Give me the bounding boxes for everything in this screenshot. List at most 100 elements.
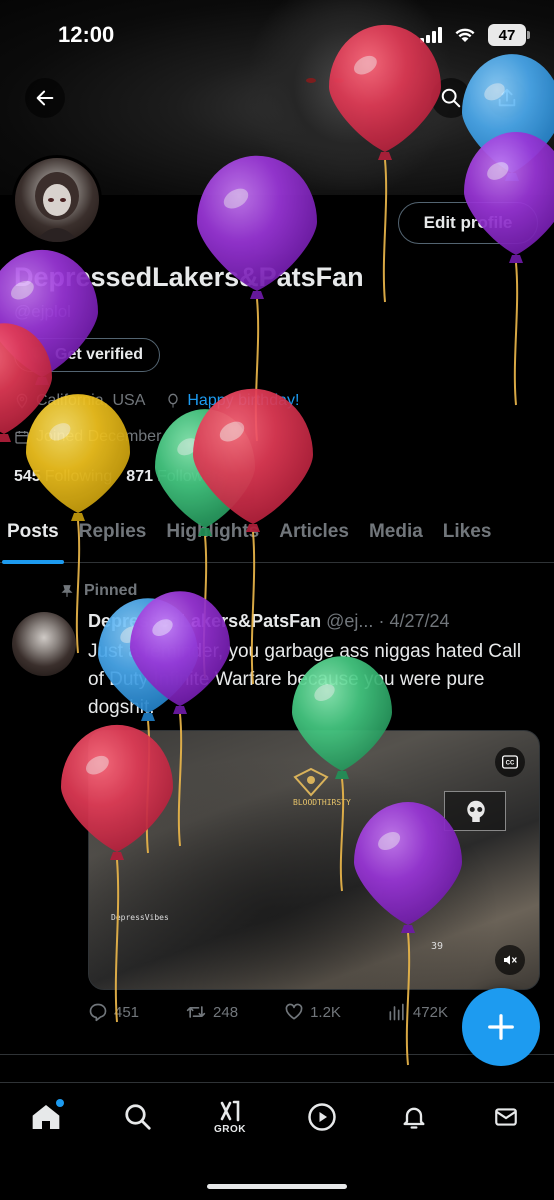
- views-button[interactable]: 472K: [387, 1002, 448, 1022]
- location-pin-icon: [16, 393, 28, 409]
- status-icons: 47: [420, 24, 530, 46]
- svg-text:CC: CC: [506, 761, 515, 767]
- verified-badge-icon: [29, 346, 47, 364]
- views-count: 472K: [412, 1003, 448, 1021]
- post-video[interactable]: BLOODTHIRSTY DepressVibes 39 CC: [88, 730, 540, 990]
- status-time: 12:00: [58, 22, 115, 47]
- killstreak-label: BLOODTHIRSTY: [293, 798, 351, 807]
- killstreak-emblem-icon: [293, 767, 329, 797]
- profile-tabs: Posts Replies Highlights Articles Media …: [0, 515, 554, 564]
- followers-label: Followers: [157, 468, 226, 485]
- profile-joined: Joined December: [36, 428, 162, 445]
- profile-joined-row: Joined December: [14, 428, 161, 446]
- profile-birthday[interactable]: Happy birthday!: [187, 392, 299, 410]
- mute-button[interactable]: [495, 945, 525, 975]
- wifi-icon: [455, 28, 475, 42]
- tab-replies[interactable]: Replies: [79, 515, 147, 563]
- post-author-name[interactable]: DepressedLakers&PatsFan: [88, 611, 321, 631]
- following-label: Following: [44, 468, 113, 485]
- share-icon: [498, 88, 516, 107]
- captions-icon: CC: [502, 755, 518, 769]
- bar-chart-icon: [389, 1003, 404, 1021]
- tab-media[interactable]: Media: [369, 515, 423, 563]
- nav-messages[interactable]: [486, 1097, 526, 1137]
- post-separator: ·: [378, 611, 385, 631]
- following-count: 545: [14, 468, 41, 485]
- balloon-string: [254, 298, 260, 442]
- pinned-label: Pinned: [84, 582, 138, 599]
- home-indicator: [207, 1184, 347, 1189]
- skull-icon: [467, 800, 485, 822]
- tab-posts[interactable]: Posts: [2, 515, 64, 564]
- like-button[interactable]: 1.2K: [284, 1002, 341, 1022]
- pinned-indicator: Pinned: [60, 582, 137, 600]
- compose-post-button[interactable]: [462, 988, 540, 1066]
- cellular-signal-icon: [420, 27, 442, 43]
- speaker-muted-icon: [504, 955, 517, 965]
- repost-button[interactable]: 248: [185, 1002, 238, 1022]
- nav-notifications[interactable]: [394, 1097, 434, 1137]
- bottom-navigation: GROK: [0, 1082, 554, 1200]
- tab-highlights[interactable]: Highlights: [166, 515, 259, 563]
- post-date[interactable]: 4/27/24: [389, 611, 449, 631]
- mail-icon: [495, 1108, 517, 1126]
- follow-stats: 545 Following 871 Followers: [14, 468, 225, 486]
- repost-count: 248: [213, 1003, 239, 1021]
- pin-icon: [61, 585, 73, 597]
- ammo-counter: 39: [431, 941, 444, 952]
- search-icon: [125, 1104, 151, 1130]
- balloon-knot: [0, 434, 11, 442]
- back-button[interactable]: [25, 78, 65, 118]
- nav-grok[interactable]: GROK: [210, 1097, 250, 1137]
- grok-label: GROK: [214, 1124, 246, 1135]
- bell-icon: [403, 1107, 425, 1129]
- post-header: DepressedLakers&PatsFan @ej... · 4/27/24: [88, 611, 540, 632]
- edit-profile-button[interactable]: Edit profile: [398, 202, 538, 244]
- avatar-artwork: [35, 172, 79, 242]
- nav-explore[interactable]: [118, 1097, 158, 1137]
- player-name-label: DepressVibes: [111, 913, 169, 922]
- banner-eye-right: [334, 78, 344, 83]
- post-actions: 451 248 1.2K 472K: [88, 1002, 448, 1022]
- followers-link[interactable]: 871 Followers: [126, 468, 225, 486]
- share-button[interactable]: [487, 78, 527, 118]
- followers-count: 871: [126, 468, 153, 485]
- get-verified-button[interactable]: Get verified: [14, 338, 161, 372]
- balloon-highlight: [177, 438, 198, 456]
- post-divider: [0, 1054, 554, 1055]
- search-icon: [441, 88, 461, 108]
- tab-likes[interactable]: Likes: [443, 515, 492, 563]
- play-circle-icon: [308, 1103, 336, 1131]
- balloon-knot: [509, 255, 523, 263]
- balloon-body: [26, 394, 130, 513]
- reply-count: 451: [114, 1003, 140, 1021]
- notification-dot: [56, 1099, 64, 1107]
- like-count: 1.2K: [310, 1003, 341, 1021]
- following-link[interactable]: 545 Following: [14, 468, 112, 486]
- grok-icon: [220, 1100, 240, 1122]
- balloon-string: [513, 262, 519, 406]
- post-author-avatar[interactable]: [12, 612, 76, 676]
- calendar-icon: [15, 431, 29, 444]
- search-button[interactable]: [431, 78, 471, 118]
- hud-panel: [444, 791, 506, 831]
- profile-location: California, USA: [36, 392, 146, 409]
- battery-indicator: 47: [488, 24, 530, 46]
- banner-eye-left: [306, 78, 316, 83]
- post-author-handle[interactable]: @ej...: [326, 611, 373, 631]
- profile-meta-row: California, USA Happy birthday!: [14, 392, 299, 410]
- balloon-birthday-icon: [168, 393, 179, 408]
- profile-display-name: DepressedLakers&PatsFan: [14, 262, 364, 292]
- captions-button[interactable]: CC: [495, 747, 525, 777]
- arrow-left-icon: [36, 90, 54, 106]
- profile-avatar[interactable]: [12, 155, 102, 245]
- heart-icon: [285, 1003, 303, 1020]
- nav-home[interactable]: [26, 1097, 66, 1137]
- balloon-highlight: [219, 421, 245, 442]
- tab-articles[interactable]: Articles: [279, 515, 349, 563]
- get-verified-label: Get verified: [55, 346, 144, 363]
- reply-button[interactable]: 451: [88, 1002, 139, 1022]
- nav-video[interactable]: [302, 1097, 342, 1137]
- post-text[interactable]: Just a reminder, you garbage ass niggas …: [88, 638, 538, 722]
- plus-icon: [488, 1014, 514, 1040]
